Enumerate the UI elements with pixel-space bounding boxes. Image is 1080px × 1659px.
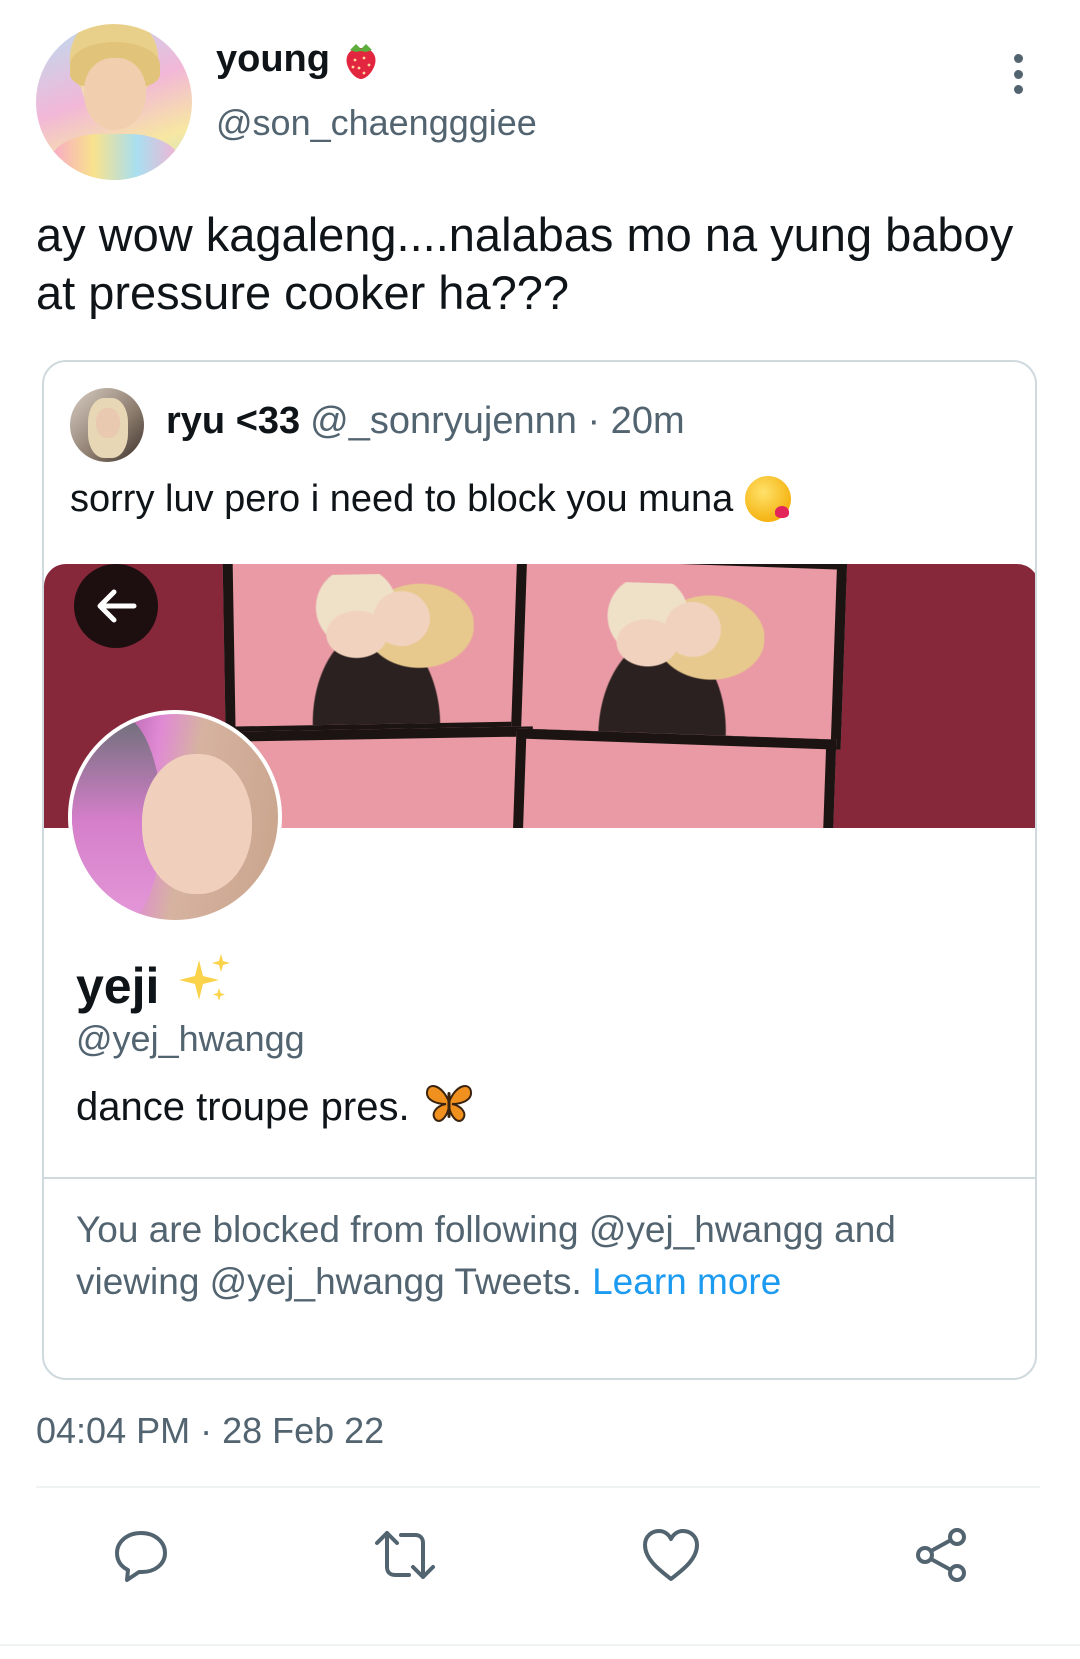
more-options-button[interactable] [1000, 50, 1036, 98]
quoted-header: ryu <33 @_sonryujennn · 20m [166, 400, 685, 443]
learn-more-link[interactable]: Learn more [592, 1261, 781, 1302]
card-divider [44, 1177, 1035, 1179]
profile-bio-row: dance troupe pres. [76, 1080, 474, 1134]
like-button[interactable] [636, 1520, 706, 1590]
more-dot-icon [1013, 85, 1023, 94]
profile-avatar [68, 710, 282, 924]
action-bar [0, 1520, 1080, 1590]
author-name-row[interactable]: young [216, 38, 380, 81]
reply-icon [115, 1531, 167, 1582]
strawberry-icon [342, 40, 380, 80]
retweet-button[interactable] [370, 1520, 440, 1590]
back-arrow-button [74, 564, 158, 648]
reply-button[interactable] [106, 1520, 176, 1590]
profile-handle: @yej_hwangg [76, 1018, 305, 1059]
heart-icon [643, 1529, 699, 1581]
face-blowing-kiss-icon [745, 476, 792, 522]
quoted-text: sorry luv pero i need to block you muna [70, 477, 734, 520]
quoted-author-avatar[interactable] [70, 388, 144, 462]
divider [36, 1486, 1040, 1488]
more-dot-icon [1013, 54, 1023, 63]
tweet-detail-page: young @son_chaengggiee ay wow kagaleng..… [0, 0, 1080, 1659]
profile-name: yeji [76, 958, 160, 1014]
retweet-icon [375, 1531, 435, 1579]
tweet-timestamp[interactable]: 04:04 PM · 28 Feb 22 [36, 1410, 384, 1452]
quoted-tweet-card[interactable]: ryu <33 @_sonryujennn · 20m sorry luv per… [42, 360, 1037, 1380]
author-avatar[interactable] [36, 24, 192, 180]
photo-strip [222, 564, 536, 737]
butterfly-icon [424, 1080, 474, 1134]
photo-strip [510, 564, 848, 750]
divider [0, 1644, 1080, 1646]
quoted-author-handle: @_sonryujennn [310, 400, 577, 442]
profile-bio: dance troupe pres. [76, 1084, 410, 1129]
back-arrow-icon [97, 589, 137, 623]
share-icon [916, 1528, 966, 1582]
photo-strip [511, 728, 837, 828]
share-button[interactable] [906, 1520, 976, 1590]
author-name[interactable]: young [216, 38, 330, 81]
author-handle[interactable]: @son_chaengggiee [216, 102, 537, 144]
profile-name-row: yeji [76, 950, 235, 1022]
tweet-text: ay wow kagaleng....nalabas mo na yung ba… [36, 208, 1014, 319]
quoted-time: · 20m [587, 400, 685, 442]
quoted-author-name: ryu <33 [166, 400, 301, 442]
more-dot-icon [1013, 69, 1023, 79]
blocked-notice: You are blocked from following @yej_hwan… [76, 1204, 976, 1308]
quoted-text-row: sorry luv pero i need to block you muna [70, 476, 792, 522]
sparkles-icon [175, 950, 235, 1022]
